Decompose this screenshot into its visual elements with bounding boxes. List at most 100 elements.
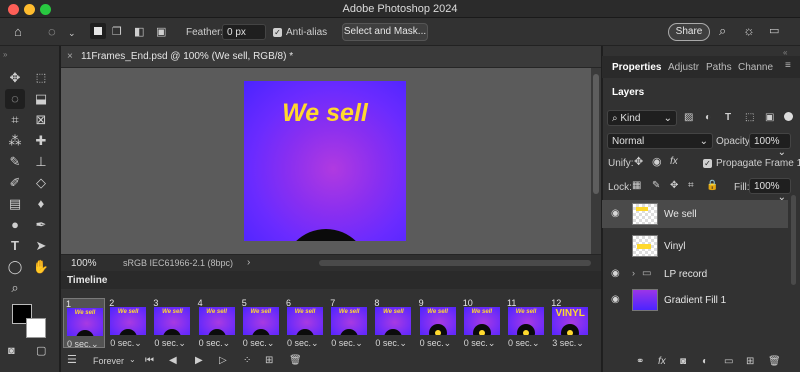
background-color-swatch[interactable] bbox=[26, 318, 46, 338]
frame-tool-icon[interactable]: ⊠ bbox=[31, 110, 51, 130]
scroll-thumb[interactable] bbox=[791, 195, 796, 285]
gradient-tool-icon[interactable]: ▤ bbox=[5, 194, 25, 214]
tab-adjustments[interactable]: Adjustr bbox=[668, 62, 699, 73]
timeline-title[interactable]: Timeline bbox=[67, 275, 107, 286]
animation-frame[interactable]: 3 We sell 0 sec.⌄ bbox=[151, 298, 193, 348]
canvas-horizontal-scrollbar[interactable] bbox=[319, 260, 591, 266]
search-icon[interactable]: ⌕ bbox=[719, 24, 726, 38]
next-frame-icon[interactable]: ▷ bbox=[219, 354, 227, 368]
animation-frame[interactable]: 7 We sell 0 sec.⌄ bbox=[328, 298, 370, 348]
animation-frame[interactable]: 12 VINYL 3 sec.⌄ bbox=[549, 298, 591, 348]
animation-frame[interactable]: 5 We sell 0 sec.⌄ bbox=[240, 298, 282, 348]
layer-row-lp-record[interactable]: ◉ › ▭ LP record bbox=[602, 260, 788, 288]
lock-image-icon[interactable]: ✎ bbox=[652, 179, 660, 193]
crop-tool-icon[interactable]: ⌗ bbox=[5, 110, 25, 130]
tween-icon[interactable]: ⁘ bbox=[243, 354, 251, 368]
zoom-level[interactable]: 100% bbox=[71, 258, 97, 269]
timeline-options-icon[interactable]: ☰ bbox=[67, 353, 77, 367]
status-menu-chevron-icon[interactable]: › bbox=[247, 257, 250, 268]
lasso-tool-icon[interactable]: ◌ bbox=[5, 89, 25, 109]
path-selection-tool-icon[interactable]: ➤ bbox=[31, 236, 51, 256]
document-tab-title[interactable]: 11Frames_End.psd @ 100% (We sell, RGB/8)… bbox=[81, 51, 293, 62]
tab-properties[interactable]: Properties bbox=[612, 62, 661, 73]
history-brush-tool-icon[interactable]: ✐ bbox=[5, 173, 25, 193]
layer-name[interactable]: LP record bbox=[664, 269, 707, 280]
visibility-eye-icon[interactable]: ◉ bbox=[611, 208, 620, 219]
layer-row-we-sell[interactable]: ◉ We sell bbox=[602, 200, 788, 228]
frame-delay-select[interactable]: 0 sec.⌄ bbox=[331, 338, 363, 349]
layer-name[interactable]: We sell bbox=[664, 209, 697, 220]
previous-frame-icon[interactable]: ◀ bbox=[169, 354, 177, 368]
animation-frame[interactable]: 10 We sell 0 sec.⌄ bbox=[461, 298, 503, 348]
layer-name[interactable]: Gradient Fill 1 bbox=[664, 295, 726, 306]
loop-select[interactable]: Forever bbox=[93, 356, 124, 366]
propagate-frame-checkbox[interactable]: ✓ bbox=[703, 159, 712, 168]
play-icon[interactable]: ▶ bbox=[195, 354, 203, 368]
opacity-input[interactable]: 100% ⌄ bbox=[749, 133, 791, 158]
frame-delay-select[interactable]: 3 sec.⌄ bbox=[552, 338, 584, 349]
marquee-tool-icon[interactable]: ⬚ bbox=[31, 68, 51, 88]
filter-pixel-icon[interactable]: ▨ bbox=[684, 111, 693, 125]
new-adjustment-layer-icon[interactable]: ◐ bbox=[702, 355, 708, 369]
lock-artboard-icon[interactable]: ⌗ bbox=[688, 179, 694, 193]
quick-mask-icon[interactable]: ◙ bbox=[8, 344, 15, 358]
filter-type-icon[interactable]: T bbox=[725, 111, 731, 125]
chevron-down-icon[interactable]: ⌄ bbox=[68, 26, 76, 40]
panel-menu-icon[interactable]: ≡ bbox=[785, 60, 791, 71]
intersect-selection-icon[interactable]: ▣ bbox=[156, 25, 166, 39]
frame-delay-select[interactable]: 0 sec.⌄ bbox=[508, 338, 540, 349]
tab-paths[interactable]: Paths bbox=[706, 62, 732, 73]
lock-position-icon[interactable]: ✥ bbox=[670, 179, 678, 193]
frame-delay-select[interactable]: 0 sec.⌄ bbox=[243, 338, 275, 349]
home-icon[interactable]: ⌂ bbox=[14, 25, 22, 39]
clone-stamp-tool-icon[interactable]: ⊥ bbox=[31, 152, 51, 172]
visibility-eye-icon[interactable]: ◉ bbox=[611, 268, 620, 279]
hand-tool-icon[interactable]: ✋ bbox=[31, 257, 51, 277]
tab-channels[interactable]: Channe bbox=[738, 62, 773, 73]
eraser-tool-icon[interactable]: ◇ bbox=[31, 173, 51, 193]
screen-mode-icon[interactable]: ▢ bbox=[36, 344, 46, 358]
animation-frame[interactable]: 2 We sell 0 sec.⌄ bbox=[107, 298, 149, 348]
close-document-icon[interactable]: × bbox=[67, 51, 73, 62]
scroll-thumb[interactable] bbox=[593, 74, 599, 194]
add-mask-icon[interactable]: ◙ bbox=[680, 355, 686, 369]
unify-visibility-icon[interactable]: ◉ bbox=[652, 155, 662, 169]
layer-name[interactable]: Vinyl bbox=[664, 241, 686, 252]
delete-layer-icon[interactable]: 🗑 bbox=[768, 355, 781, 369]
anti-alias-checkbox[interactable]: ✓ bbox=[273, 28, 282, 37]
frame-delay-select[interactable]: 0 sec.⌄ bbox=[420, 338, 452, 349]
frame-delay-select[interactable]: 0 sec.⌄ bbox=[199, 338, 231, 349]
frame-delay-select[interactable]: 0 sec.⌄ bbox=[110, 338, 142, 349]
workspace-icon[interactable]: ▭ bbox=[769, 24, 779, 38]
object-select-tool-icon[interactable]: ⬓ bbox=[31, 89, 51, 109]
frame-delay-select[interactable]: 0 sec.⌄ bbox=[154, 338, 186, 349]
lock-all-icon[interactable]: 🔒 bbox=[706, 179, 718, 193]
feather-input[interactable]: 0 px bbox=[222, 24, 266, 40]
new-group-icon[interactable]: ▭ bbox=[724, 355, 733, 369]
visibility-eye-icon[interactable]: ◉ bbox=[611, 294, 620, 305]
share-button[interactable]: Share bbox=[668, 23, 710, 41]
ellipse-tool-icon[interactable]: ◯ bbox=[5, 257, 25, 277]
link-layers-icon[interactable]: ⚭ bbox=[636, 355, 644, 369]
blend-mode-select[interactable]: Normal ⌄ bbox=[607, 133, 713, 149]
add-layer-style-icon[interactable]: fx bbox=[658, 355, 666, 369]
filter-adjustment-icon[interactable]: ◐ bbox=[705, 111, 711, 125]
delete-frame-icon[interactable]: 🗑 bbox=[289, 354, 302, 368]
unify-position-icon[interactable]: ✥ bbox=[634, 155, 643, 169]
new-selection-button[interactable] bbox=[90, 23, 106, 39]
layer-filter-select[interactable]: ⌕ Kind ⌄ bbox=[607, 110, 677, 126]
loop-chevron-icon[interactable]: ⌄ bbox=[129, 355, 136, 364]
animation-frame[interactable]: 9 We sell 0 sec.⌄ bbox=[417, 298, 459, 348]
select-and-mask-button[interactable]: Select and Mask... bbox=[342, 23, 428, 41]
canvas-area[interactable]: We sell bbox=[61, 68, 591, 254]
lock-transparent-icon[interactable]: ▦ bbox=[632, 179, 641, 193]
animation-frame[interactable]: 11 We sell 0 sec.⌄ bbox=[505, 298, 547, 348]
collapse-toolbar-icon[interactable]: » bbox=[3, 48, 7, 62]
group-expand-chevron-icon[interactable]: › bbox=[632, 268, 635, 278]
learn-icon[interactable]: ☼ bbox=[743, 24, 755, 38]
healing-brush-tool-icon[interactable]: ✚ bbox=[31, 131, 51, 151]
eyedropper-tool-icon[interactable]: ⁂ bbox=[5, 131, 25, 151]
brush-tool-icon[interactable]: ✎ bbox=[5, 152, 25, 172]
dodge-tool-icon[interactable]: ● bbox=[5, 215, 25, 235]
animation-frame[interactable]: 8 We sell 0 sec.⌄ bbox=[372, 298, 414, 348]
